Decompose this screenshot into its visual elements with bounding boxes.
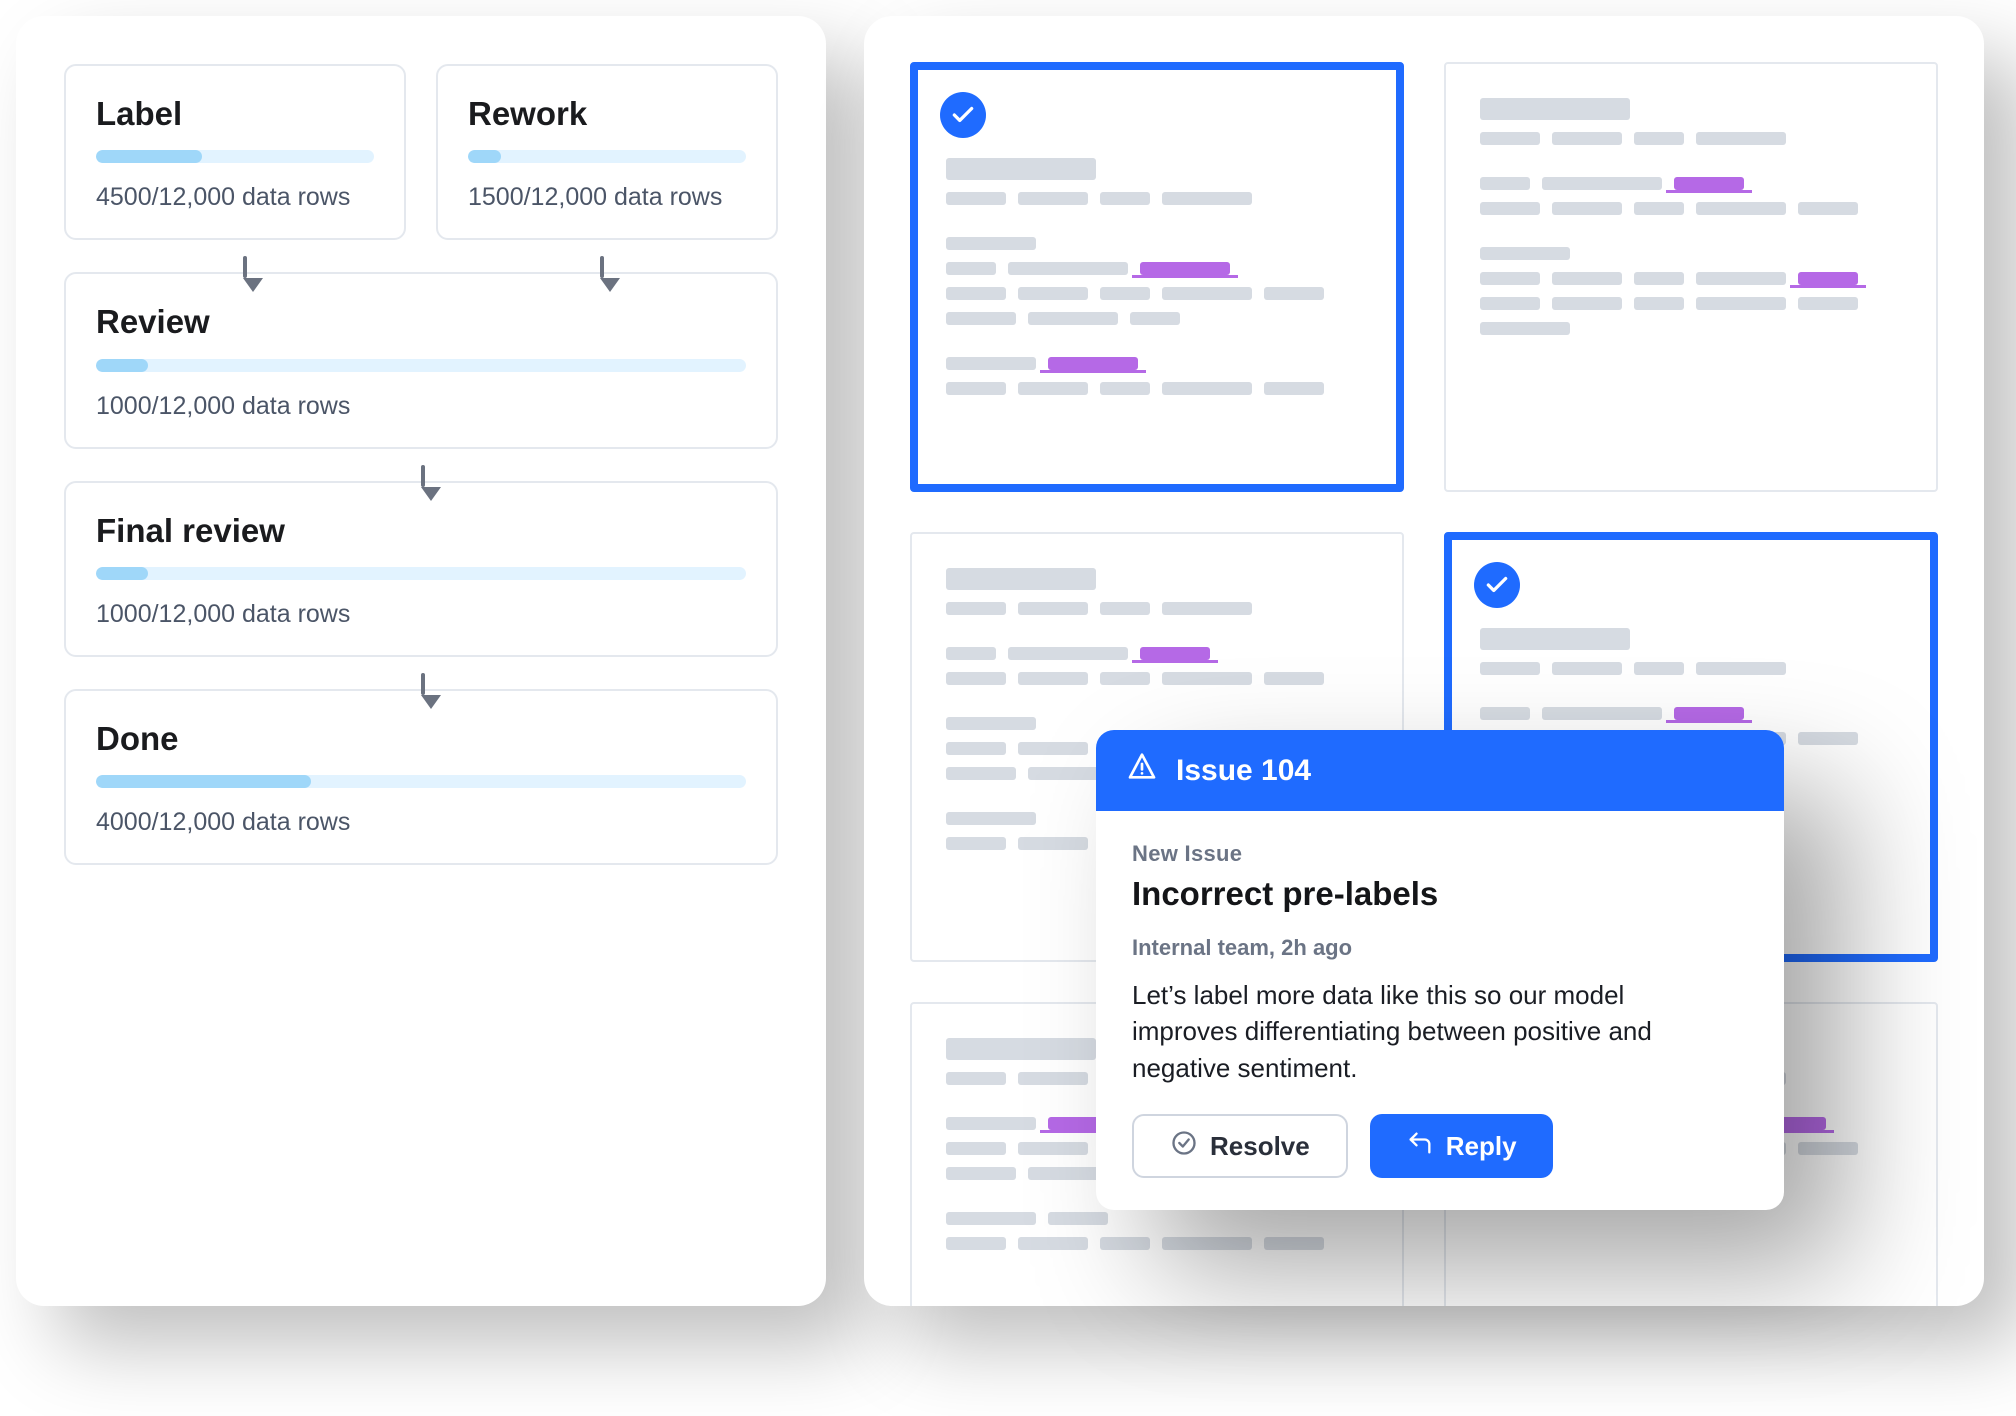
workflow-card-title: Final review: [96, 513, 746, 549]
reply-button[interactable]: Reply: [1370, 1114, 1553, 1178]
workflow-card-progress: [96, 567, 746, 580]
issue-id: Issue 104: [1176, 754, 1311, 788]
issue-title: Incorrect pre-labels: [1132, 875, 1748, 913]
reply-button-label: Reply: [1446, 1131, 1517, 1162]
workflow-card-title: Review: [96, 304, 746, 340]
workflow-card-title: Label: [96, 96, 374, 132]
progress-bar: [468, 150, 501, 163]
issue-header: Issue 104: [1096, 730, 1784, 811]
workflow-card-count: 1000/12,000 data rows: [96, 392, 746, 421]
issue-status: New Issue: [1132, 841, 1748, 867]
progress-bar: [96, 567, 148, 580]
progress-bar: [96, 775, 311, 788]
workflow-card-count: 1500/12,000 data rows: [468, 183, 746, 212]
check-circle-icon: [1170, 1129, 1198, 1164]
workflow-card-label[interactable]: Label 4500/12,000 data rows: [64, 64, 406, 240]
check-icon: [940, 92, 986, 138]
arrow-row: [64, 449, 778, 481]
progress-bar: [96, 359, 148, 372]
reply-icon: [1406, 1129, 1434, 1164]
workflow-card-review[interactable]: Review 1000/12,000 data rows: [64, 272, 778, 448]
workflow-card-done[interactable]: Done 4000/12,000 data rows: [64, 689, 778, 865]
progress-bar: [96, 150, 202, 163]
workflow-card-progress: [96, 150, 374, 163]
workflow-card-count: 1000/12,000 data rows: [96, 600, 746, 629]
arrow-row: [64, 657, 778, 689]
issue-meta: Internal team, 2h ago: [1132, 935, 1748, 961]
workflow-card-title: Rework: [468, 96, 746, 132]
workflow-panel: Label 4500/12,000 data rows Rework 1500/…: [16, 16, 826, 1306]
arrow-row: [64, 240, 778, 272]
document-tile[interactable]: [910, 62, 1404, 492]
resolve-button[interactable]: Resolve: [1132, 1114, 1348, 1178]
workflow-card-count: 4500/12,000 data rows: [96, 183, 374, 212]
workflow-card-progress: [96, 775, 746, 788]
workflow-card-rework[interactable]: Rework 1500/12,000 data rows: [436, 64, 778, 240]
workflow-card-title: Done: [96, 721, 746, 757]
issue-popover: Issue 104 New Issue Incorrect pre-labels…: [1096, 730, 1784, 1210]
document-tile[interactable]: [1444, 62, 1938, 492]
check-icon: [1474, 562, 1520, 608]
issue-body-text: Let’s label more data like this so our m…: [1132, 977, 1692, 1086]
workflow-card-progress: [468, 150, 746, 163]
alert-icon: [1126, 752, 1158, 789]
workflow-card-final-review[interactable]: Final review 1000/12,000 data rows: [64, 481, 778, 657]
workflow-card-count: 4000/12,000 data rows: [96, 808, 746, 837]
resolve-button-label: Resolve: [1210, 1131, 1310, 1162]
workflow-card-progress: [96, 359, 746, 372]
